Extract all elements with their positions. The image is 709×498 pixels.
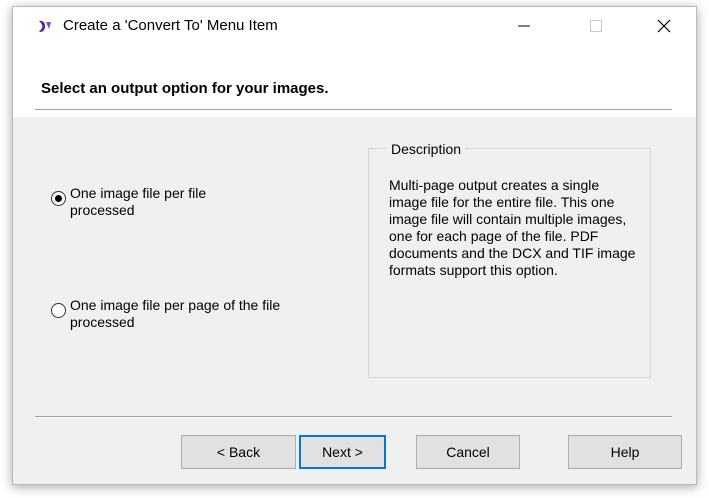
footer-divider — [35, 416, 672, 418]
maximize-icon — [590, 20, 602, 32]
close-button[interactable] — [641, 7, 687, 45]
title-bar[interactable]: Create a 'Convert To' Menu Item — [13, 7, 696, 45]
minimize-icon — [518, 25, 530, 27]
next-button[interactable]: Next > — [299, 435, 386, 469]
app-icon — [37, 19, 53, 35]
dialog-window: Create a 'Convert To' Menu Item Select a… — [12, 6, 697, 485]
option-per-file[interactable]: One image file per file processed — [51, 185, 270, 219]
option-label[interactable]: One image file per file processed — [70, 185, 270, 219]
radio-button-selected[interactable] — [51, 191, 66, 206]
header-divider — [35, 109, 672, 111]
option-label[interactable]: One image file per page of the file proc… — [70, 297, 310, 331]
wizard-header: Select an output option for your images. — [13, 45, 696, 117]
description-group: Description Multi-page output creates a … — [368, 141, 651, 378]
maximize-button[interactable] — [573, 7, 619, 45]
close-icon — [657, 19, 671, 33]
radio-dot — [55, 195, 62, 202]
window-title: Create a 'Convert To' Menu Item — [63, 17, 278, 34]
radio-button[interactable] — [51, 303, 66, 318]
option-per-page[interactable]: One image file per page of the file proc… — [51, 297, 310, 331]
cancel-button[interactable]: Cancel — [416, 435, 520, 469]
back-button[interactable]: < Back — [181, 435, 296, 469]
description-text: Multi-page output creates a single image… — [389, 177, 636, 278]
help-button[interactable]: Help — [568, 435, 682, 469]
minimize-button[interactable] — [501, 7, 547, 45]
page-instruction: Select an output option for your images. — [41, 80, 329, 97]
description-legend: Description — [387, 141, 466, 157]
